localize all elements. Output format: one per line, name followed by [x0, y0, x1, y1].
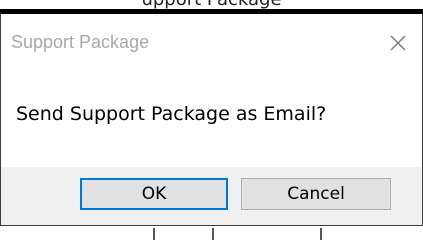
- background-window-title: upport Package: [0, 0, 423, 10]
- close-button[interactable]: [386, 31, 410, 55]
- background-divider: [153, 228, 155, 240]
- background-divider: [212, 228, 214, 240]
- background-divider: [320, 228, 322, 240]
- dialog-title: Support Package: [11, 32, 150, 52]
- dialog-button-bar: OK Cancel: [1, 167, 422, 225]
- cancel-button[interactable]: Cancel: [241, 178, 391, 210]
- dialog-message: Send Support Package as Email?: [16, 103, 327, 125]
- background-window-strip: upport Package: [0, 0, 423, 14]
- ok-button[interactable]: OK: [80, 178, 228, 210]
- close-icon: [390, 35, 406, 51]
- dialog-title-bar[interactable]: Support Package: [1, 14, 422, 68]
